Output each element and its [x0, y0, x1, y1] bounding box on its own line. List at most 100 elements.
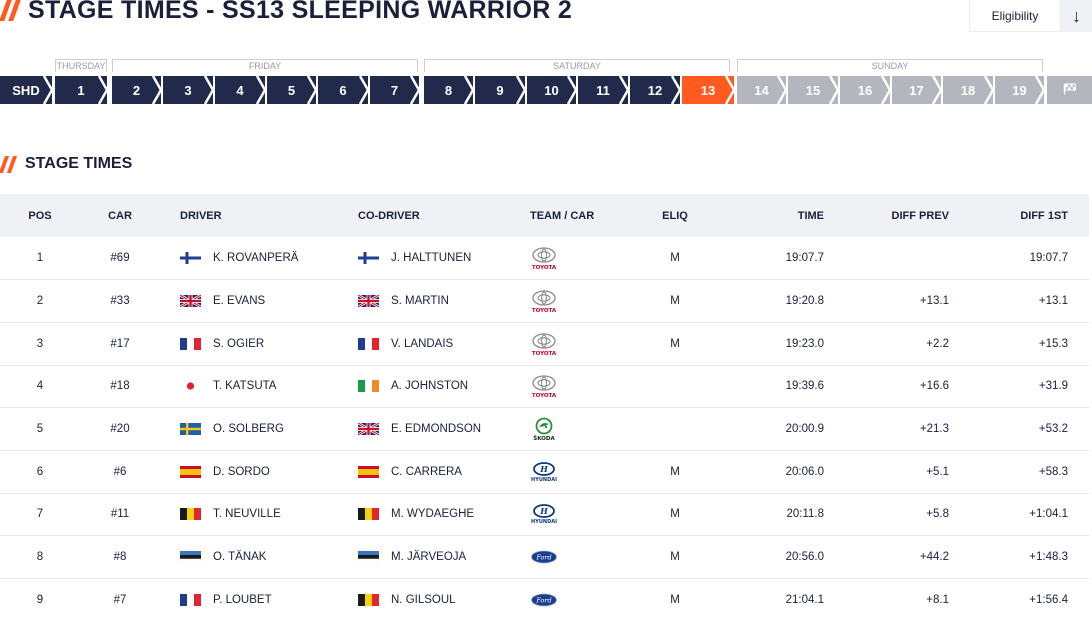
table-row[interactable]: 5 #20 O. SOLBERG E. EDMONDSON ŠKODA 20:0…	[0, 407, 1089, 451]
stage-tab-label: 18	[960, 82, 976, 98]
stage-tab-label: 4	[236, 82, 244, 98]
stage-tab-1[interactable]: 1	[55, 76, 109, 104]
skoda-logo-icon: ŠKODA	[530, 417, 558, 442]
stage-tab-17[interactable]: 17	[892, 76, 943, 104]
driver-name[interactable]: D. SORDO	[213, 466, 270, 478]
stage-tab-6[interactable]: 6	[318, 76, 370, 104]
stage-tab-18[interactable]: 18	[943, 76, 995, 104]
stage-tab-10[interactable]: 10	[527, 76, 578, 104]
stage-tab-label: 2	[132, 82, 141, 98]
sort-down-arrow-icon[interactable]: ↓	[1061, 0, 1092, 32]
driver-name[interactable]: T. KATSUTA	[213, 380, 276, 392]
chevron-right-icon	[151, 76, 163, 104]
driver-name[interactable]: O. SOLBERG	[213, 423, 284, 435]
cell-eliq: M	[630, 578, 720, 621]
chevron-right-icon	[983, 76, 995, 104]
france-flag-icon	[358, 337, 379, 350]
codriver-name[interactable]: N. GILSOUL	[391, 594, 456, 606]
cell-time: 21:04.1	[720, 578, 830, 621]
driver-name[interactable]: P. LOUBET	[213, 594, 272, 606]
driver-name[interactable]: O. TÄNAK	[213, 551, 266, 563]
uk-flag-icon	[179, 293, 202, 309]
cell-car: #20	[80, 407, 160, 451]
stage-tab-shd[interactable]: SHD	[0, 76, 54, 104]
stage-times-table: POS CAR DRIVER CO-DRIVER TEAM / CAR ELIQ…	[0, 194, 1089, 621]
codriver-name[interactable]: M. JÄRVEOJA	[391, 551, 466, 563]
stage-tab-13[interactable]: 13	[682, 76, 736, 104]
table-row[interactable]: 1 #69 K. ROVANPERÄ J. HALTTUNEN TOYOTA M…	[0, 237, 1089, 281]
uk-flag-icon	[357, 421, 380, 437]
stage-tab-15[interactable]: 15	[788, 76, 840, 104]
cell-time: 20:56.0	[720, 535, 830, 579]
table-row[interactable]: 3 #17 S. OGIER V. LANDAIS TOYOTA M 19:23…	[0, 322, 1089, 366]
stage-tab-14[interactable]: 14	[737, 76, 788, 104]
col-header-driver[interactable]: DRIVER	[160, 194, 350, 237]
col-header-diff-prev[interactable]: DIFF PREV	[830, 194, 955, 237]
chevron-right-icon	[515, 76, 527, 104]
cell-car: #7	[80, 578, 160, 621]
chevron-right-icon	[42, 76, 54, 104]
codriver-name[interactable]: S. MARTIN	[391, 295, 449, 307]
cell-driver: E. EVANS	[160, 279, 350, 323]
codriver-name[interactable]: J. HALTTUNEN	[391, 252, 471, 264]
section-title: STAGE TIMES	[25, 155, 133, 172]
stage-tab-finish[interactable]	[1047, 76, 1092, 104]
table-row[interactable]: 8 #8 O. TÄNAK M. JÄRVEOJA Ford M 20:56.0…	[0, 535, 1089, 579]
codriver-name[interactable]: M. WYDAEGHE	[391, 508, 474, 520]
table-row[interactable]: 9 #7 P. LOUBET N. GILSOUL Ford M 21:04.1…	[0, 578, 1089, 621]
cell-diff-first: +1:56.4	[955, 578, 1089, 621]
stage-tab-label: 5	[287, 82, 296, 98]
stage-tab-9[interactable]: 9	[475, 76, 527, 104]
stage-tab-5[interactable]: 5	[267, 76, 318, 104]
stage-tab-3[interactable]: 3	[163, 76, 215, 104]
eligibility-dropdown[interactable]: Eligibility	[969, 0, 1061, 32]
cell-eliq	[630, 365, 720, 409]
col-header-codriver[interactable]: CO-DRIVER	[350, 194, 530, 237]
col-header-diff-first[interactable]: DIFF 1ST	[955, 194, 1089, 237]
col-header-team[interactable]: TEAM / CAR	[530, 194, 630, 237]
stage-tab-2[interactable]: 2	[112, 76, 163, 104]
cell-car: #33	[80, 279, 160, 323]
table-row[interactable]: 4 #18 T. KATSUTA A. JOHNSTON TOYOTA 19:3…	[0, 365, 1089, 409]
driver-name[interactable]: E. EVANS	[213, 295, 265, 307]
stage-tab-16[interactable]: 16	[840, 76, 892, 104]
col-header-time[interactable]: TIME	[720, 194, 830, 237]
france-flag-icon	[180, 337, 201, 350]
codriver-name[interactable]: E. EDMONDSON	[391, 423, 481, 435]
cell-time: 19:39.6	[720, 365, 830, 409]
cell-codriver: N. GILSOUL	[350, 578, 530, 621]
col-header-eliq[interactable]: ELIQ	[630, 194, 720, 237]
stage-tab-7[interactable]: 7	[370, 76, 421, 104]
cell-team: H HYUNDAI	[530, 450, 630, 494]
cell-team: TOYOTA	[530, 365, 630, 409]
codriver-name[interactable]: V. LANDAIS	[391, 338, 453, 350]
driver-name[interactable]: S. OGIER	[213, 338, 264, 350]
cell-eliq	[630, 407, 720, 451]
driver-name[interactable]: K. ROVANPERÄ	[213, 252, 298, 264]
driver-name[interactable]: T. NEUVILLE	[213, 508, 281, 520]
codriver-name[interactable]: C. CARRERA	[391, 466, 462, 478]
chevron-right-icon	[618, 76, 630, 104]
table-row[interactable]: 2 #33 E. EVANS S. MARTIN TOYOTA M 19:20.…	[0, 279, 1089, 323]
finland-flag-icon	[358, 252, 379, 265]
codriver-name[interactable]: A. JOHNSTON	[391, 380, 468, 392]
stage-tab-12[interactable]: 12	[630, 76, 682, 104]
table-row[interactable]: 6 #6 D. SORDO C. CARRERA H HYUNDAI M 20:0…	[0, 450, 1089, 494]
cell-diff-first: 19:07.7	[955, 237, 1089, 281]
stage-tab-8[interactable]: 8	[424, 76, 475, 104]
stage-tab-4[interactable]: 4	[215, 76, 267, 104]
chevron-right-icon	[463, 76, 475, 104]
stage-tab-11[interactable]: 11	[578, 76, 630, 104]
col-header-pos[interactable]: POS	[0, 194, 80, 237]
col-header-car[interactable]: CAR	[80, 194, 160, 237]
chevron-right-icon	[358, 76, 370, 104]
table-row[interactable]: 7 #11 T. NEUVILLE M. WYDAEGHE H HYUNDAI M…	[0, 493, 1089, 537]
chevron-right-icon	[97, 76, 109, 104]
toyota-logo-icon: TOYOTA	[530, 289, 558, 314]
stage-tab-19[interactable]: 19	[995, 76, 1046, 104]
svg-text:TOYOTA: TOYOTA	[532, 393, 557, 398]
cell-eliq: M	[630, 535, 720, 579]
stage-tab-label: 17	[909, 82, 924, 98]
stage-tab-label: 14	[754, 82, 769, 98]
estonia-flag-icon	[357, 551, 380, 564]
